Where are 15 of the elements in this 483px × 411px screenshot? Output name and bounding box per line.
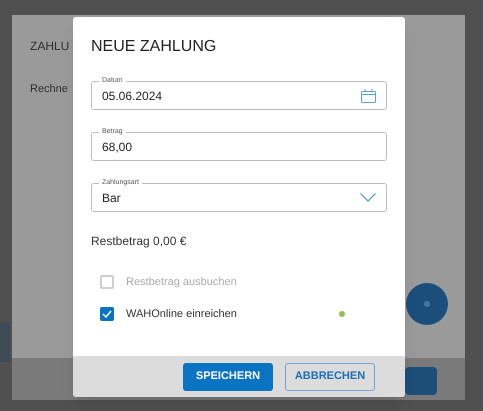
field-value: 68,00 — [102, 138, 132, 156]
calendar-icon[interactable] — [361, 88, 376, 102]
save-button[interactable]: SPEICHERN — [183, 362, 273, 390]
checkbox-label: Restbetrag ausbuchen — [126, 274, 237, 290]
cancel-button[interactable]: ABBRECHEN — [285, 362, 375, 390]
background-text: Rechne — [30, 82, 68, 97]
add-button[interactable] — [406, 283, 448, 325]
dialog-title: NEUE ZAHLUNG — [91, 37, 218, 57]
background-title: ZAHLU — [30, 38, 70, 55]
remaining-amount: Restbetrag 0,00 € — [91, 233, 188, 250]
chevron-down-icon[interactable] — [360, 193, 376, 202]
checkbox-label: WAHOnline einreichen — [126, 306, 237, 322]
field-value: Bar — [102, 190, 121, 206]
field-value: 05.06.2024 — [102, 88, 162, 104]
checkbox[interactable] — [100, 307, 114, 321]
